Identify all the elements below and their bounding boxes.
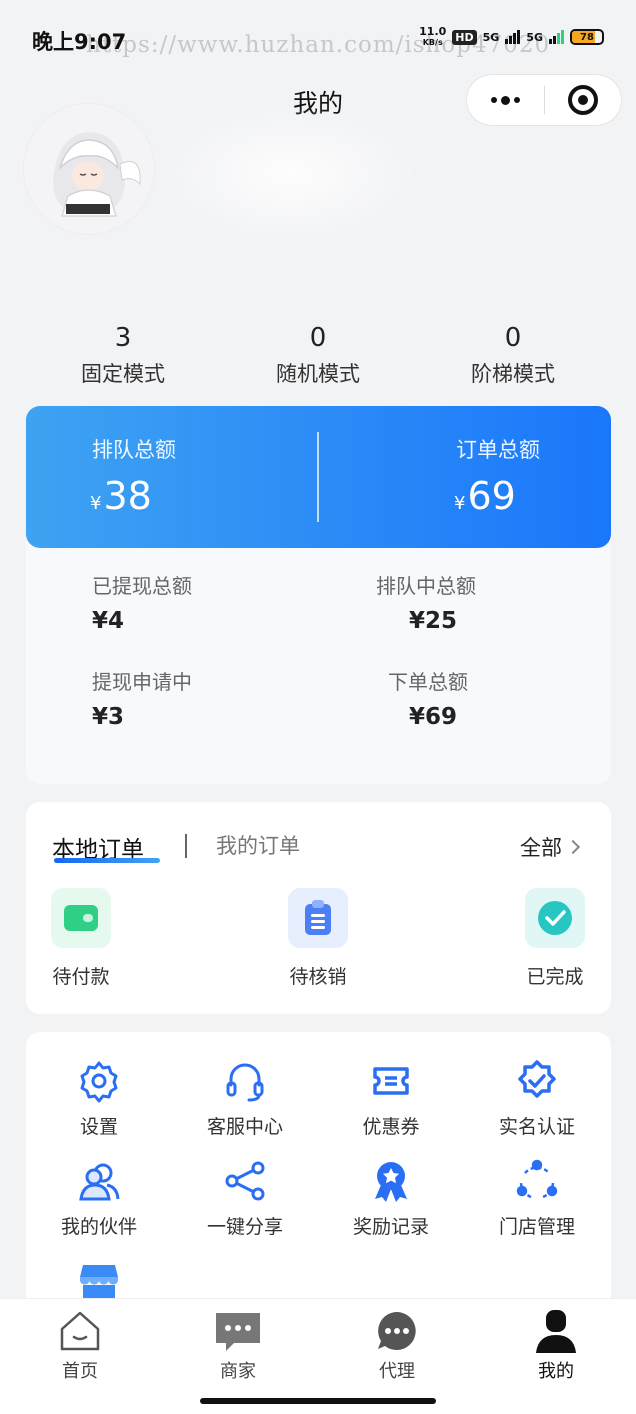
stat-value: 3 [114,323,132,353]
queue-total-label: 排队总额 [92,438,176,462]
award-ribbon-icon [366,1156,416,1206]
service-store-management[interactable]: 门店管理 [464,1156,610,1239]
service-real-name-auth[interactable]: 实名认证 [464,1056,610,1139]
store-cycle-icon [512,1156,562,1206]
order-total-amount: ¥69 [454,474,516,518]
order-item-label: 待付款 [52,966,110,988]
wallet-icon [51,888,111,948]
service-label: 门店管理 [498,1216,575,1238]
order-pending-payment[interactable]: 待付款 [36,888,126,989]
chevron-right-icon [565,839,581,855]
service-label: 一键分享 [206,1216,283,1238]
amount-details-card: 已提现总额 ¥4 排队中总额 ¥25 提现申请中 ¥3 下单总额 ¥69 [26,536,611,784]
service-one-click-share[interactable]: 一键分享 [172,1156,318,1239]
check-circle-icon [525,888,585,948]
mini-program-capsule [466,74,622,126]
withdraw-pending-value: ¥3 [92,704,125,730]
stat-label: 固定模式 [81,362,165,386]
gear-icon [74,1056,124,1106]
services-card: 设置 客服中心 优惠券 实名认证 我的伙伴 一键分享 奖励记录 门店管理 [26,1032,611,1332]
service-label: 实名认证 [498,1116,575,1138]
battery-icon: 78 [570,29,604,45]
stat-random-mode[interactable]: 0 随机模式 [228,322,408,388]
person-icon [496,1307,616,1355]
stat-value: 0 [504,323,522,353]
target-close-icon[interactable] [545,74,622,126]
tab-separator [185,834,187,858]
tab-label: 首页 [62,1361,98,1382]
tab-agent[interactable]: 代理 [337,1307,457,1383]
service-my-partners[interactable]: 我的伙伴 [26,1156,172,1239]
order-item-label: 待核销 [289,966,347,988]
more-dots-icon[interactable] [467,74,544,126]
order-item-label: 已完成 [526,966,584,988]
signal-label-2: 5G [526,30,543,44]
hd-badge: HD [452,29,477,45]
tab-my-orders[interactable]: 我的订单 [216,830,300,860]
service-label: 我的伙伴 [60,1216,137,1238]
tab-merchant[interactable]: 商家 [178,1307,298,1383]
decorative-glow [160,104,420,244]
stat-label: 阶梯模式 [471,362,555,386]
totals-card: 排队总额 ¥38 订单总额 ¥69 [26,406,611,548]
share-icon [220,1156,270,1206]
service-reward-records[interactable]: 奖励记录 [318,1156,464,1239]
home-indicator [200,1398,436,1404]
tab-mine[interactable]: 我的 [496,1307,616,1383]
signal-bars-icon [549,30,564,44]
orders-card: 本地订单 我的订单 全部 待付款 待核销 已完成 [26,802,611,1014]
verified-badge-icon [512,1056,562,1106]
signal-label-1: 5G [482,30,500,44]
chat-square-icon [178,1307,298,1355]
status-indicators: 11.0 KB/s HD 5G 5G 78 [419,26,604,48]
withdrawn-value: ¥4 [92,608,125,634]
queuing-label: 排队中总额 [376,574,476,598]
card-divider [317,432,319,522]
service-customer-center[interactable]: 客服中心 [172,1056,318,1139]
coupon-icon [366,1056,416,1106]
chat-bubble-icon [337,1307,457,1355]
tab-label: 我的 [538,1361,574,1382]
order-total-label: 订单总额 [456,438,540,462]
avatar[interactable] [24,104,154,234]
tab-label: 代理 [379,1361,415,1382]
partners-icon [74,1156,124,1206]
tab-home[interactable]: 首页 [20,1307,140,1383]
all-orders-link[interactable]: 全部 [520,832,581,862]
tab-active-underline [54,858,160,863]
tab-label: 商家 [220,1361,256,1382]
service-label: 优惠券 [362,1116,420,1138]
queuing-value: ¥25 [409,608,458,634]
clipboard-icon [288,888,348,948]
headset-icon [220,1056,270,1106]
service-label: 奖励记录 [352,1216,429,1238]
bottom-tab-bar: 首页 商家 代理 我的 [0,1298,636,1414]
service-label: 设置 [79,1116,118,1138]
order-pending-verify[interactable]: 待核销 [273,888,363,989]
withdrawn-label: 已提现总额 [92,574,192,598]
stat-label: 随机模式 [276,362,360,386]
stat-fixed-mode[interactable]: 3 固定模式 [33,322,213,388]
stat-value: 0 [309,323,327,353]
net-speed: 11.0 KB/s [419,25,447,47]
service-coupons[interactable]: 优惠券 [318,1056,464,1139]
withdraw-pending-label: 提现申请中 [92,670,192,694]
service-settings[interactable]: 设置 [26,1056,172,1139]
ordered-label: 下单总额 [388,670,468,694]
stat-ladder-mode[interactable]: 0 阶梯模式 [423,322,603,388]
order-completed[interactable]: 已完成 [510,888,600,989]
signal-bars-icon [505,30,521,44]
home-icon [20,1307,140,1355]
ordered-value: ¥69 [409,704,458,730]
queue-total-amount: ¥38 [90,474,152,518]
service-label: 客服中心 [206,1116,283,1138]
